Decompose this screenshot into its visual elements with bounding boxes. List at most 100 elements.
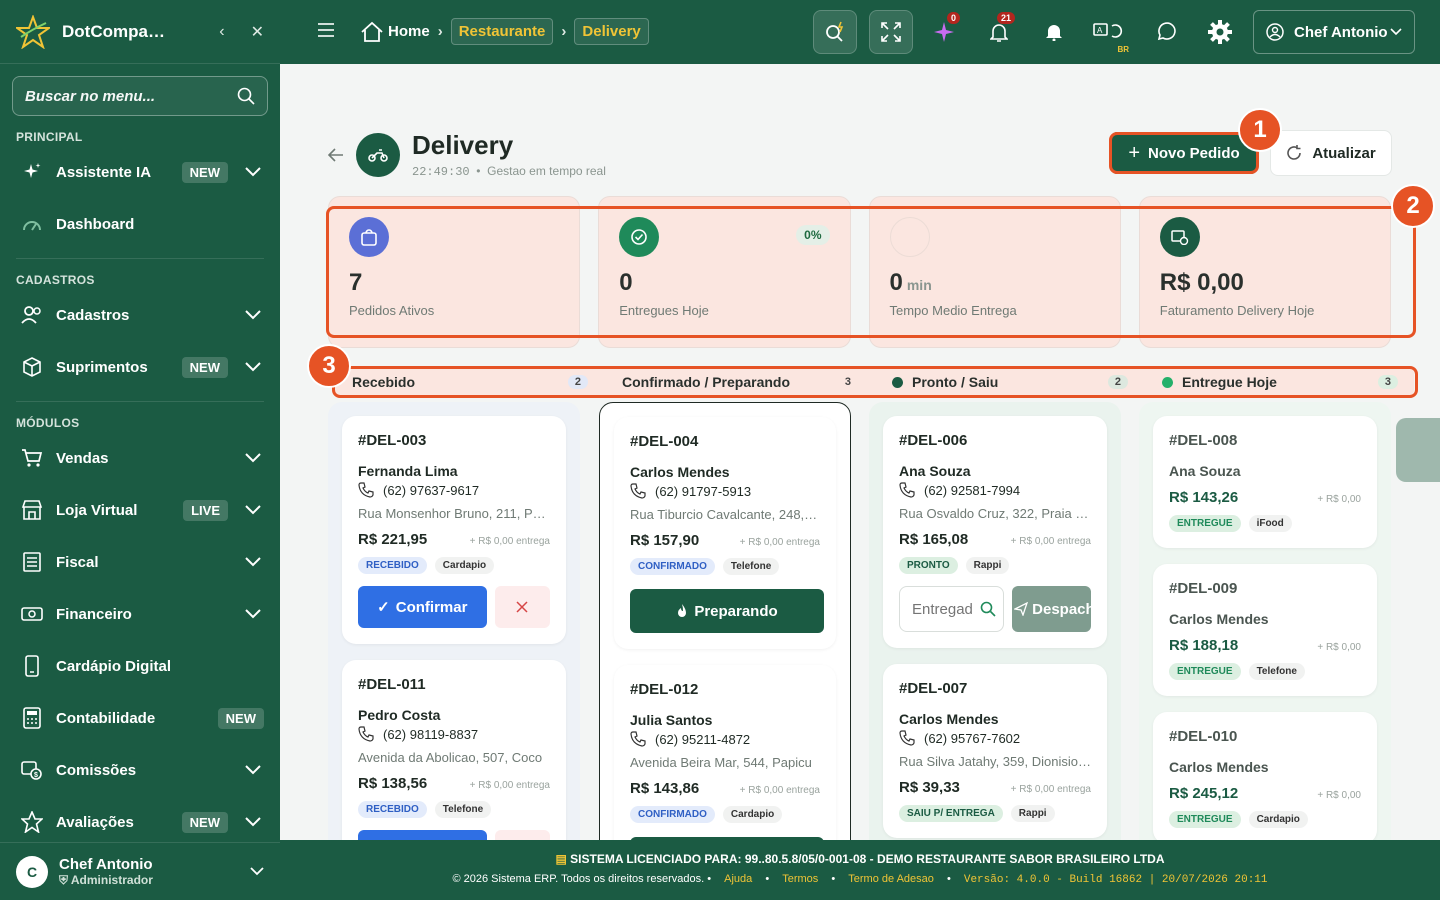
- star-icon: [20, 810, 44, 834]
- phone-text: (62) 98119-8837: [383, 726, 479, 742]
- order-card[interactable]: #DEL-003 Fernanda Lima (62) 97637-9617 R…: [342, 416, 566, 644]
- customer-name: Carlos Mendes: [899, 711, 999, 727]
- chevron-down-icon: [1390, 28, 1402, 36]
- divider: [16, 401, 264, 402]
- order-card[interactable]: #DEL-012 Julia Santos (62) 95211-4872 Av…: [614, 665, 836, 840]
- sidebar-item-contabilidade[interactable]: Contabilidade NEW: [0, 692, 280, 744]
- footer-link-termos[interactable]: Termos: [782, 873, 818, 885]
- new-badge: NEW: [181, 161, 228, 183]
- sidebar-item-cadastros[interactable]: Cadastros: [0, 289, 280, 341]
- order-id: #DEL-010: [1169, 728, 1238, 745]
- order-total: R$ 188,18: [1169, 637, 1239, 654]
- collapse-sidebar-icon[interactable]: ‹: [219, 23, 224, 41]
- order-card[interactable]: #DEL-010 Carlos Mendes R$ 245,12 + R$ 0,0…: [1153, 712, 1377, 840]
- stat-value: 0: [889, 269, 903, 296]
- alerts-button[interactable]: [1032, 10, 1076, 54]
- status-badge: CONFIRMADO: [630, 806, 715, 823]
- sidebar-item-avaliacoes[interactable]: Avaliações NEW: [0, 796, 280, 848]
- menu-search: [12, 76, 268, 116]
- search-icon[interactable]: [980, 601, 996, 617]
- chevron-down-icon: [242, 557, 264, 567]
- cancel-order-button[interactable]: [494, 830, 550, 840]
- sidebar-item-cardapio-digital[interactable]: Cardápio Digital: [0, 640, 280, 692]
- new-order-button[interactable]: + Novo Pedido: [1111, 132, 1257, 174]
- source-badge: Rappi: [1010, 805, 1055, 822]
- expand-icon: [881, 22, 901, 42]
- stat-active-orders: 7 Pedidos Ativos: [328, 196, 581, 348]
- search-ai-button[interactable]: [813, 10, 857, 54]
- side-panel-handle[interactable]: [1396, 418, 1440, 482]
- motorcycle-icon: [356, 132, 400, 177]
- customer-address: Rua Silva Jatahy, 359, Dionisio Torres: [899, 754, 1091, 769]
- subtitle-text: Gestao em tempo real: [487, 164, 606, 178]
- language-code: BR: [1117, 45, 1129, 54]
- user-menu-button[interactable]: Chef Antonio: [1253, 10, 1415, 54]
- source-badge: Telefone: [434, 801, 492, 818]
- confirm-button[interactable]: ✓Confirmar: [358, 586, 487, 628]
- breadcrumb-home[interactable]: Home: [388, 23, 430, 40]
- back-arrow-icon[interactable]: [328, 147, 344, 162]
- confirm-button[interactable]: ✓Confirmar: [358, 830, 487, 840]
- sidebar-item-suprimentos[interactable]: Suprimentos NEW: [0, 341, 280, 393]
- stats-row: 7 Pedidos Ativos 0% 0 Entregues Hoje 0 mi…: [328, 196, 1391, 348]
- order-card[interactable]: #DEL-007 Carlos Mendes (62) 95767-7602 R…: [883, 664, 1107, 838]
- ai-assistant-button[interactable]: 0: [922, 10, 966, 54]
- column-confirmado: #DEL-004 Carlos Mendes (62) 91797-5913 R…: [599, 402, 851, 840]
- courier-input[interactable]: [912, 600, 972, 618]
- sidebar-item-label: Contabilidade: [56, 709, 156, 727]
- column-count: 3: [844, 376, 851, 388]
- shopping-bag-icon: [349, 217, 389, 257]
- order-total: R$ 157,90: [630, 532, 700, 549]
- translate-icon: A: [1093, 23, 1123, 38]
- sidebar-item-vendas[interactable]: Vendas: [0, 432, 280, 484]
- preparing-button[interactable]: Preparando: [630, 589, 824, 633]
- chevron-down-icon[interactable]: [250, 867, 264, 876]
- notifications-button[interactable]: 21: [977, 10, 1021, 54]
- refresh-button[interactable]: Atualizar: [1270, 130, 1392, 176]
- footer-link-ajuda[interactable]: Ajuda: [724, 873, 752, 885]
- sidebar-item-label: Loja Virtual: [56, 501, 138, 519]
- order-card[interactable]: #DEL-009 Carlos Mendes R$ 188,18 + R$ 0,0…: [1153, 564, 1377, 696]
- column-count: 2: [567, 375, 588, 389]
- menu-search-input[interactable]: [25, 87, 237, 105]
- sidebar-item-assistente-ia[interactable]: Assistente IA NEW: [0, 146, 280, 198]
- breadcrumb-restaurante[interactable]: Restaurante: [450, 18, 554, 45]
- sidebar-item-financeiro[interactable]: Financeiro: [0, 588, 280, 640]
- sidebar-item-dashboard[interactable]: Dashboard: [0, 198, 280, 250]
- order-card[interactable]: #DEL-006 Ana Souza (62) 92581-7994 Rua O…: [883, 416, 1107, 648]
- customer-phone: (62) 95767-7602: [899, 730, 1091, 746]
- sidebar-item-loja-virtual[interactable]: Loja Virtual LIVE: [0, 484, 280, 536]
- svg-text:$: $: [34, 772, 38, 779]
- cash-register-icon: [1159, 217, 1200, 257]
- settings-button[interactable]: [1198, 10, 1242, 54]
- order-id: #DEL-003: [358, 432, 427, 449]
- brand-bar: DotCompanion ‹ ✕: [0, 0, 280, 64]
- order-card[interactable]: #DEL-011 Pedro Costa (62) 98119-8837 Ave…: [342, 660, 566, 840]
- sidebar-user[interactable]: C Chef Antonio ⛨ Administrador: [0, 842, 280, 900]
- customer-address: Avenida Beira Mar, 544, Papicu: [630, 755, 812, 770]
- dispatch-button[interactable]: Despachar: [1012, 586, 1091, 632]
- status-badge: ENTREGUE: [1169, 811, 1241, 828]
- delivery-fee: + R$ 0,00: [1317, 494, 1361, 505]
- whatsapp-button[interactable]: [1144, 10, 1188, 54]
- brand-name: DotCompanion: [62, 21, 174, 41]
- sidebar-item-label: Financeiro: [56, 605, 132, 623]
- language-button[interactable]: A BR: [1087, 10, 1131, 54]
- order-card[interactable]: #DEL-004 Carlos Mendes (62) 91797-5913 R…: [614, 417, 836, 649]
- order-card[interactable]: #DEL-008 Ana Souza R$ 143,26 + R$ 0,00 EN…: [1153, 416, 1377, 548]
- chevron-down-icon: [242, 167, 264, 177]
- cancel-order-button[interactable]: [494, 586, 550, 628]
- stat-label: Entregues Hoje: [619, 303, 709, 318]
- fullscreen-button[interactable]: [869, 10, 913, 54]
- kanban-column-headers: Recebido 2 Confirmado / Preparando 3 Pront…: [334, 368, 1414, 396]
- sidebar-item-comissoes[interactable]: $ Comissões: [0, 744, 280, 796]
- sidebar-item-fiscal[interactable]: Fiscal: [0, 536, 280, 588]
- footer-link-termo-adesao[interactable]: Termo de Adesao: [848, 873, 934, 885]
- search-icon[interactable]: [237, 87, 255, 105]
- breadcrumb-separator: ›: [561, 23, 567, 40]
- clock: 22:49:30: [412, 165, 470, 179]
- user-role: ⛨ Administrador: [59, 872, 153, 887]
- menu-icon[interactable]: [318, 23, 334, 37]
- status-badge: PRONTO: [899, 557, 958, 574]
- close-icon[interactable]: ✕: [251, 22, 264, 42]
